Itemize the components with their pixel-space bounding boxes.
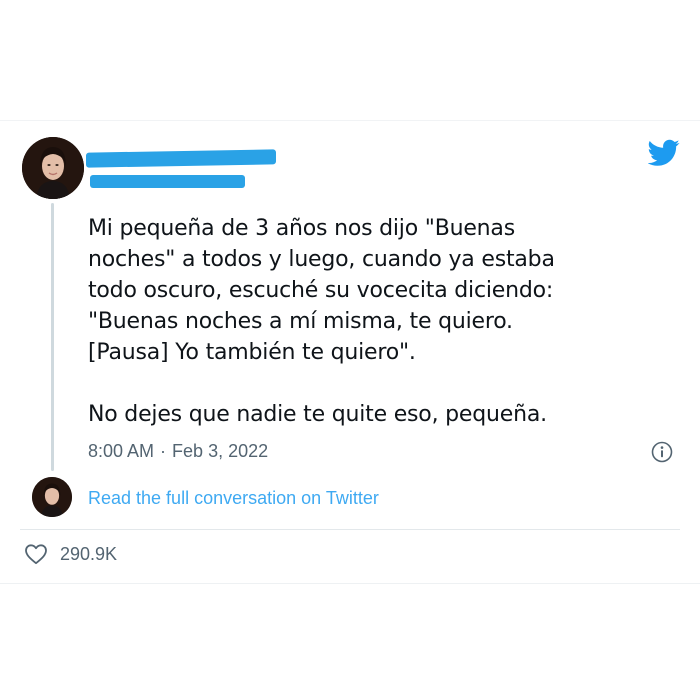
redacted-username bbox=[90, 175, 245, 188]
like-button[interactable]: 290.9K bbox=[24, 543, 117, 565]
divider bbox=[20, 529, 680, 530]
tweet-timestamp[interactable]: 8:00 AM · Feb 3, 2022 bbox=[88, 441, 268, 462]
timestamp-separator: · bbox=[160, 441, 167, 461]
tweet-date: Feb 3, 2022 bbox=[172, 441, 269, 461]
twitter-bird-icon[interactable] bbox=[647, 139, 680, 167]
heart-icon bbox=[25, 544, 47, 565]
read-conversation-link[interactable]: Read the full conversation on Twitter bbox=[88, 488, 379, 509]
tweet-text-line: noches" a todos y luego, cuando ya estab… bbox=[88, 247, 555, 272]
tweet-text: Mi pequeña de 3 años nos dijo "Buenas no… bbox=[88, 213, 678, 430]
reply-avatar[interactable] bbox=[32, 477, 72, 517]
author-avatar[interactable] bbox=[22, 137, 84, 199]
tweet-text-line: [Pausa] Yo también te quiero". bbox=[88, 340, 416, 365]
info-icon[interactable] bbox=[651, 441, 673, 463]
tweet-time: 8:00 AM bbox=[88, 441, 155, 461]
redacted-display-name bbox=[86, 149, 276, 168]
tweet-text-line: "Buenas noches a mí misma, te quiero. bbox=[88, 309, 513, 334]
tweet-text-line: Mi pequeña de 3 años nos dijo "Buenas bbox=[88, 216, 515, 241]
tweet-card: Mi pequeña de 3 años nos dijo "Buenas no… bbox=[0, 120, 700, 584]
tweet-text-line: No dejes que nadie te quite eso, pequeña… bbox=[88, 402, 547, 427]
tweet-text-line: todo oscuro, escuché su vocecita diciend… bbox=[88, 278, 554, 303]
likes-count: 290.9K bbox=[60, 543, 118, 564]
thread-line bbox=[51, 203, 54, 471]
